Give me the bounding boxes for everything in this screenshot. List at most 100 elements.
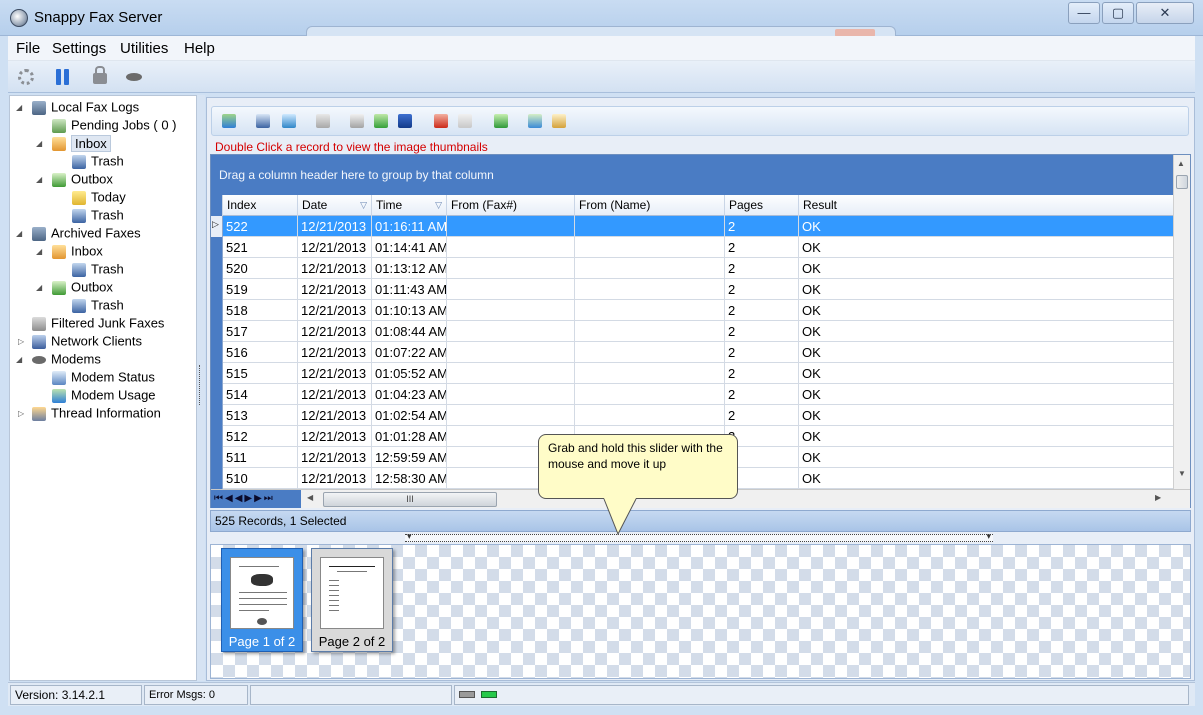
collapse-arrow-icon[interactable]: ◢: [16, 229, 22, 238]
cell-date: 12/21/2013: [298, 384, 372, 405]
tree-filtered-junk[interactable]: Filtered Junk Faxes: [32, 314, 164, 332]
vertical-scrollbar[interactable]: ▲ ▼: [1173, 155, 1190, 489]
tree-outbox[interactable]: Outbox: [52, 170, 113, 188]
scroll-up-icon[interactable]: ▲: [1177, 159, 1185, 168]
blank-page-icon[interactable]: [458, 114, 472, 128]
table-row[interactable]: 518 12/21/2013 01:10:13 AM 2 OK: [211, 300, 1173, 321]
tree-modems[interactable]: Modems: [32, 350, 101, 368]
column-pages[interactable]: Pages: [725, 195, 799, 216]
row-indicator[interactable]: [211, 321, 223, 342]
cell-from-name: [575, 237, 725, 258]
tree-inbox[interactable]: Inbox: [52, 134, 111, 152]
maximize-button[interactable]: ▢: [1102, 2, 1134, 24]
fax-document-icon[interactable]: [256, 114, 270, 128]
table-row[interactable]: 521 12/21/2013 01:14:41 AM 2 OK: [211, 237, 1173, 258]
approve-icon[interactable]: [374, 114, 388, 128]
scroll-down-icon[interactable]: ▼: [1178, 469, 1186, 478]
tree-archived-outbox[interactable]: Outbox: [52, 278, 113, 296]
tree-outbox-trash[interactable]: Trash: [72, 206, 124, 224]
row-indicator[interactable]: [211, 279, 223, 300]
notes-icon[interactable]: [552, 114, 566, 128]
expand-arrow-icon[interactable]: ▷: [18, 337, 24, 346]
thumbnail-slider[interactable]: [405, 531, 993, 542]
cell-result: OK: [802, 261, 821, 276]
contacts-icon[interactable]: [282, 114, 296, 128]
row-indicator[interactable]: [211, 363, 223, 384]
forward-icon[interactable]: [528, 114, 542, 128]
table-row[interactable]: 513 12/21/2013 01:02:54 AM 2 OK: [211, 405, 1173, 426]
collapse-arrow-icon[interactable]: ◢: [36, 247, 42, 256]
scroll-left-icon[interactable]: ◀: [307, 493, 313, 502]
row-indicator[interactable]: [211, 300, 223, 321]
group-by-band[interactable]: Drag a column header here to group by th…: [211, 155, 1173, 195]
tree-modem-usage[interactable]: Modem Usage: [52, 386, 156, 404]
expand-arrow-icon[interactable]: ▷: [18, 409, 24, 418]
row-indicator[interactable]: [211, 258, 223, 279]
collapse-arrow-icon[interactable]: ◢: [16, 355, 22, 364]
table-row[interactable]: 515 12/21/2013 01:05:52 AM 2 OK: [211, 363, 1173, 384]
column-result[interactable]: Result: [799, 195, 1173, 216]
export-icon[interactable]: [494, 114, 508, 128]
table-row[interactable]: 514 12/21/2013 01:04:23 AM 2 OK: [211, 384, 1173, 405]
collapse-arrow-icon[interactable]: ◢: [36, 175, 42, 184]
row-indicator[interactable]: [211, 237, 223, 258]
column-from-name[interactable]: From (Name): [575, 195, 725, 216]
horizontal-scroll-thumb[interactable]: III: [323, 492, 497, 507]
row-indicator[interactable]: [211, 405, 223, 426]
column-date[interactable]: Date ▽: [298, 195, 372, 216]
menu-utilities[interactable]: Utilities: [120, 40, 168, 57]
close-button[interactable]: ✕: [1136, 2, 1194, 24]
collapse-arrow-icon[interactable]: ◢: [36, 139, 42, 148]
save-icon[interactable]: [398, 114, 412, 128]
splitter-grip[interactable]: [199, 365, 202, 405]
minimize-button[interactable]: —: [1068, 2, 1100, 24]
column-from-fax[interactable]: From (Fax#): [447, 195, 575, 216]
row-indicator[interactable]: [211, 216, 223, 237]
delete-icon[interactable]: [434, 114, 448, 128]
filter-icon[interactable]: ▽: [360, 195, 367, 215]
menu-settings[interactable]: Settings: [52, 40, 106, 57]
gear-icon[interactable]: [18, 69, 34, 85]
row-indicator[interactable]: [211, 468, 223, 489]
disabled-tool-icon[interactable]: [316, 114, 330, 128]
lock-icon[interactable]: [93, 66, 107, 84]
cell-from-name: [575, 216, 725, 237]
column-time[interactable]: Time ▽: [372, 195, 447, 216]
table-row[interactable]: 516 12/21/2013 01:07:22 AM 2 OK: [211, 342, 1173, 363]
tree-archived-outbox-trash[interactable]: Trash: [72, 296, 124, 314]
table-row[interactable]: 517 12/21/2013 01:08:44 AM 2 OK: [211, 321, 1173, 342]
tree-local-fax-logs[interactable]: Local Fax Logs: [32, 98, 139, 116]
row-indicator[interactable]: [211, 384, 223, 405]
filter-icon[interactable]: ▽: [435, 195, 442, 215]
menu-help[interactable]: Help: [184, 40, 215, 57]
tree-today[interactable]: Today: [72, 188, 126, 206]
add-contact-icon[interactable]: [222, 114, 236, 128]
table-row[interactable]: 519 12/21/2013 01:11:43 AM 2 OK: [211, 279, 1173, 300]
column-index[interactable]: Index: [223, 195, 298, 216]
tree-inbox-trash[interactable]: Trash: [72, 152, 124, 170]
row-indicator[interactable]: [211, 447, 223, 468]
pause-icon[interactable]: [55, 69, 71, 85]
tree-network-clients[interactable]: Network Clients: [32, 332, 142, 350]
row-indicator[interactable]: [211, 342, 223, 363]
page-thumbnail-2[interactable]: Page 2 of 2: [311, 548, 393, 652]
page-thumbnail-1[interactable]: Page 1 of 2: [221, 548, 303, 652]
print-icon[interactable]: [350, 114, 364, 128]
tree-archived-inbox-trash[interactable]: Trash: [72, 260, 124, 278]
record-navigation-buttons[interactable]: ⏮◀◀▶▶⏭: [211, 490, 301, 508]
modem-icon[interactable]: [126, 73, 142, 81]
vertical-splitter[interactable]: [197, 95, 205, 681]
tree-archived-faxes[interactable]: Archived Faxes: [32, 224, 141, 242]
tree-modem-status[interactable]: Modem Status: [52, 368, 155, 386]
table-row[interactable]: 520 12/21/2013 01:13:12 AM 2 OK: [211, 258, 1173, 279]
table-row[interactable]: 52212/21/201301:16:11 AM 2OK: [211, 216, 1173, 237]
tree-thread-information[interactable]: Thread Information: [32, 404, 161, 422]
scroll-right-icon[interactable]: ▶: [1155, 493, 1161, 502]
menu-file[interactable]: File: [16, 40, 40, 57]
tree-pending-jobs[interactable]: Pending Jobs ( 0 ): [52, 116, 177, 134]
collapse-arrow-icon[interactable]: ◢: [16, 103, 22, 112]
collapse-arrow-icon[interactable]: ◢: [36, 283, 42, 292]
tree-archived-inbox[interactable]: Inbox: [52, 242, 103, 260]
scroll-thumb[interactable]: [1176, 175, 1188, 189]
row-indicator[interactable]: [211, 426, 223, 447]
